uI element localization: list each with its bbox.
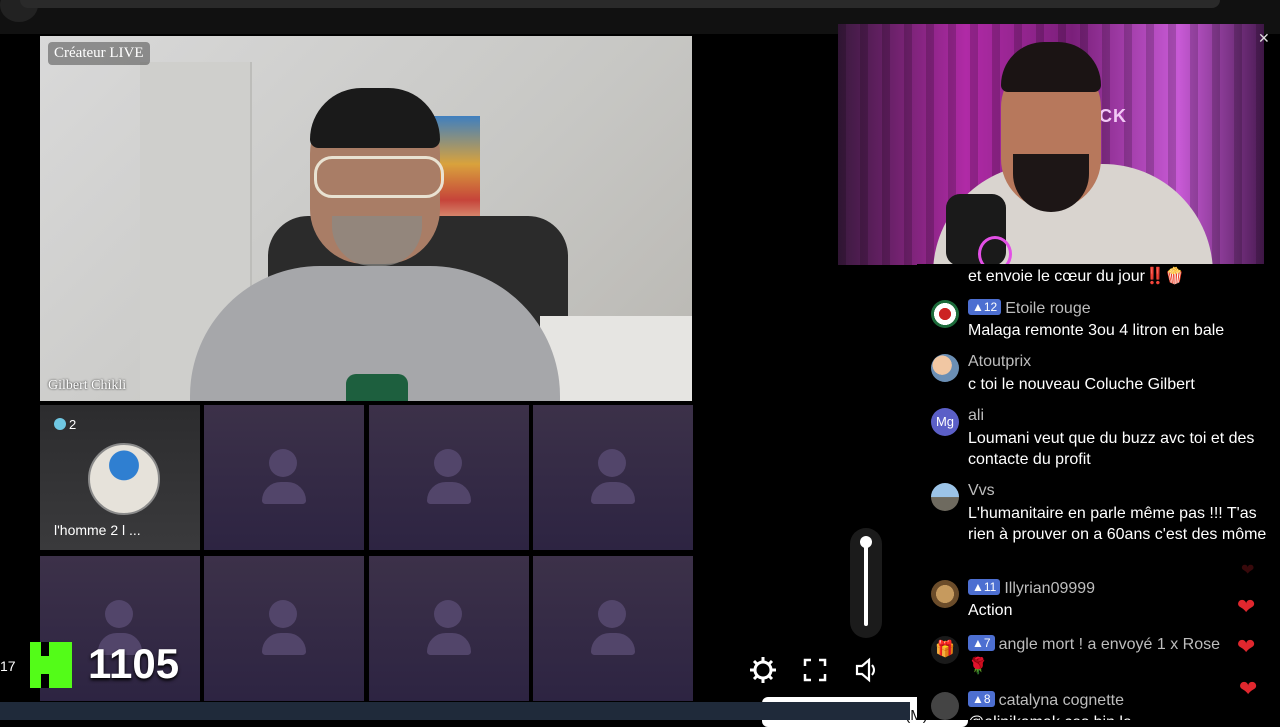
user-placeholder-icon [598, 600, 626, 628]
user-placeholder-body [427, 633, 471, 655]
avatar[interactable] [931, 300, 959, 328]
chat-username[interactable]: ▲12 Etoile rouge [968, 299, 1091, 318]
avatar[interactable] [931, 580, 959, 608]
host-name-label: Gilbert Chikli [48, 378, 127, 393]
user-placeholder-icon [434, 600, 462, 628]
avatar[interactable] [931, 483, 959, 511]
fullscreen-icon [803, 658, 827, 682]
kick-viewer-count: 1105 [88, 640, 180, 687]
user-placeholder-icon [269, 449, 297, 477]
level-badge: ▲11 [968, 579, 1001, 595]
chat-username[interactable]: Atoutprix [968, 353, 1031, 371]
chat-message-text: Loumani veut que du buzz avc toi et des … [968, 430, 1255, 468]
guest-name: l'homme 2 l ... [54, 522, 141, 538]
avatar[interactable] [931, 354, 959, 382]
level-badge: ▲12 [968, 299, 1002, 315]
user-placeholder-body [262, 482, 306, 504]
chat-username[interactable]: Vvs [968, 482, 995, 500]
mic-light-ring [978, 236, 1012, 265]
creator-live-badge: Créateur LIVE [48, 42, 150, 65]
user-placeholder-icon [105, 600, 133, 628]
microphone [346, 374, 408, 401]
empty-seat-tile[interactable] [533, 405, 693, 550]
taskbar [0, 702, 910, 720]
host-video[interactable] [40, 36, 692, 401]
user-placeholder-icon [598, 449, 626, 477]
volume-knob[interactable] [860, 536, 872, 548]
guest-tile[interactable]: 2 l'homme 2 l ... [40, 405, 200, 550]
chat-message-text: Action [968, 602, 1013, 619]
heart-icon: ❤ [1237, 594, 1256, 619]
empty-seat-tile[interactable] [533, 556, 693, 701]
avatar[interactable]: Mg [931, 408, 959, 436]
heart-icon: ❤ [1241, 562, 1255, 579]
streamer-webcam: ICK [838, 24, 1264, 265]
user-placeholder-icon [434, 449, 462, 477]
kick-logo-icon [30, 642, 72, 688]
volume-slider[interactable] [850, 528, 882, 638]
level-badge: ▲8 [968, 691, 995, 707]
mute-button[interactable] [852, 655, 882, 685]
user-placeholder-body [262, 633, 306, 655]
address-bar[interactable] [20, 0, 1220, 8]
chat-message-text: Malaga remonte 3ou 4 litron en bale [968, 322, 1225, 339]
chat-username[interactable]: ▲11 Illyrian09999 [968, 579, 1095, 598]
chat-message-text: L'humanitaire en parle même pas !!! T'as… [968, 505, 1267, 543]
side-number: 17 [0, 658, 16, 674]
empty-seat-tile[interactable] [204, 405, 364, 550]
avatar [88, 443, 160, 515]
gear-icon [750, 657, 776, 683]
guest-gift-count: 2 [54, 417, 76, 432]
chat-username[interactable]: ▲8 catalyna cognette [968, 691, 1124, 710]
speaker-icon [855, 657, 875, 683]
user-placeholder-body [427, 482, 471, 504]
chat-message-text: et envoie le cœur du jour‼️🍿 [968, 268, 1185, 285]
user-placeholder-body [591, 482, 635, 504]
chat-message-text: c toi le nouveau Coluche Gilbert [968, 376, 1195, 393]
close-icon[interactable]: ✕ [1258, 30, 1270, 47]
chat-username[interactable]: ▲7 angle mort ! a envoyé 1 x Rose [968, 635, 1220, 654]
avatar[interactable] [931, 692, 959, 720]
gift-icon: 🎁 [931, 636, 959, 664]
rose-gift-icon: 🌹 [968, 658, 988, 675]
empty-seat-tile[interactable] [369, 556, 529, 701]
settings-button[interactable] [748, 655, 778, 685]
heart-icon: ❤ [1239, 676, 1258, 701]
chat-username[interactable]: ali [968, 407, 984, 425]
level-badge: ▲7 [968, 635, 995, 651]
empty-seat-tile[interactable] [204, 556, 364, 701]
user-placeholder-icon [269, 600, 297, 628]
user-placeholder-body [591, 633, 635, 655]
heart-icon: ❤ [1237, 634, 1256, 659]
host-glasses [314, 156, 444, 198]
empty-seat-tile[interactable] [369, 405, 529, 550]
sofa [540, 316, 692, 401]
kick-viewer-overlay: 17 1105 [0, 632, 200, 698]
volume-level-fill [864, 540, 868, 626]
diamond-icon [54, 418, 66, 430]
chat-message-text: @alinikamak ces bin la [968, 712, 1268, 720]
live-chat[interactable]: et envoie le cœur du jour‼️🍿 ▲12 Etoile r… [917, 264, 1280, 720]
host-hair [310, 88, 440, 148]
fullscreen-button[interactable] [800, 655, 830, 685]
